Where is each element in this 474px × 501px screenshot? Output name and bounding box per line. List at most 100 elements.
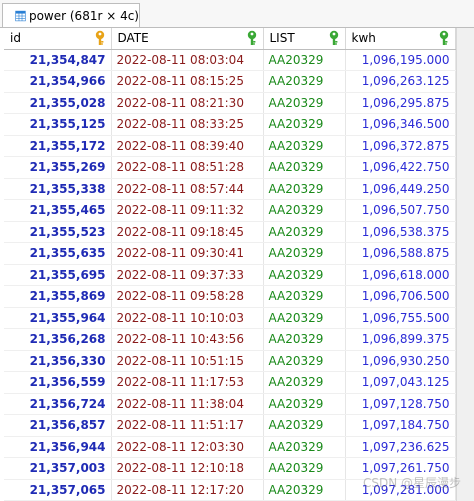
table-row[interactable]: 21,355,125 2022-08-11 08:33:25 AA20329 1,09… <box>4 113 456 136</box>
table-row[interactable]: 21,355,465 2022-08-11 09:11:32 AA20329 1,09… <box>4 199 456 222</box>
cell-list[interactable]: AA20329 <box>263 307 346 329</box>
cell-id[interactable]: 21,356,857 <box>4 414 112 437</box>
cell-date[interactable]: 2022-08-11 09:30:41 <box>111 242 264 265</box>
cell-date[interactable]: 2022-08-11 11:51:17 <box>111 414 264 437</box>
cell-date[interactable]: 2022-08-11 09:58:28 <box>111 285 264 308</box>
cell-kwh[interactable]: 1,096,372.875 <box>345 135 456 157</box>
cell-id[interactable]: 21,355,523 <box>4 221 112 243</box>
cell-list[interactable]: AA20329 <box>263 92 346 114</box>
cell-id[interactable]: 21,356,944 <box>4 436 112 458</box>
cell-kwh[interactable]: 1,096,422.750 <box>345 156 456 179</box>
cell-list[interactable]: AA20329 <box>263 328 346 351</box>
cell-date[interactable]: 2022-08-11 09:18:45 <box>111 221 264 243</box>
cell-id[interactable]: 21,355,465 <box>4 199 112 222</box>
cell-list[interactable]: AA20329 <box>263 49 346 71</box>
cell-id[interactable]: 21,354,847 <box>4 49 112 71</box>
cell-date[interactable]: 2022-08-11 12:10:18 <box>111 457 264 480</box>
cell-list[interactable]: AA20329 <box>263 457 346 480</box>
cell-date[interactable]: 2022-08-11 09:37:33 <box>111 264 264 286</box>
cell-id[interactable]: 21,355,028 <box>4 92 112 114</box>
cell-date[interactable]: 2022-08-11 08:39:40 <box>111 135 264 157</box>
cell-kwh[interactable]: 1,096,263.125 <box>345 70 456 93</box>
cell-kwh[interactable]: 1,096,195.000 <box>345 49 456 71</box>
cell-list[interactable]: AA20329 <box>263 436 346 458</box>
table-row[interactable]: 21,354,847 2022-08-11 08:03:04 AA20329 1,09… <box>4 49 456 71</box>
table-row[interactable]: 21,355,695 2022-08-11 09:37:33 AA20329 1,09… <box>4 264 456 286</box>
cell-kwh[interactable]: 1,097,043.125 <box>345 371 456 394</box>
cell-list[interactable]: AA20329 <box>263 350 346 372</box>
column-header-kwh[interactable]: kwh <box>345 28 456 50</box>
cell-id[interactable]: 21,355,869 <box>4 285 112 308</box>
cell-id[interactable]: 21,355,964 <box>4 307 112 329</box>
cell-kwh[interactable]: 1,096,755.500 <box>345 307 456 329</box>
cell-id[interactable]: 21,357,065 <box>4 479 112 501</box>
cell-date[interactable]: 2022-08-11 10:10:03 <box>111 307 264 329</box>
table-row[interactable]: 21,356,724 2022-08-11 11:38:04 AA20329 1,09… <box>4 393 456 415</box>
cell-date[interactable]: 2022-08-11 10:43:56 <box>111 328 264 351</box>
cell-list[interactable]: AA20329 <box>263 70 346 93</box>
table-row[interactable]: 21,356,268 2022-08-11 10:43:56 AA20329 1,09… <box>4 328 456 351</box>
cell-kwh[interactable]: 1,096,449.250 <box>345 178 456 200</box>
cell-id[interactable]: 21,356,268 <box>4 328 112 351</box>
cell-date[interactable]: 2022-08-11 11:38:04 <box>111 393 264 415</box>
cell-kwh[interactable]: 1,097,236.625 <box>345 436 456 458</box>
cell-kwh[interactable]: 1,096,930.250 <box>345 350 456 372</box>
cell-kwh[interactable]: 1,096,618.000 <box>345 264 456 286</box>
cell-list[interactable]: AA20329 <box>263 393 346 415</box>
cell-kwh[interactable]: 1,096,706.500 <box>345 285 456 308</box>
cell-list[interactable]: AA20329 <box>263 199 346 222</box>
cell-list[interactable]: AA20329 <box>263 242 346 265</box>
cell-date[interactable]: 2022-08-11 08:15:25 <box>111 70 264 93</box>
cell-kwh[interactable]: 1,097,184.750 <box>345 414 456 437</box>
cell-date[interactable]: 2022-08-11 08:03:04 <box>111 49 264 71</box>
cell-date[interactable]: 2022-08-11 12:03:30 <box>111 436 264 458</box>
cell-date[interactable]: 2022-08-11 10:51:15 <box>111 350 264 372</box>
cell-id[interactable]: 21,356,559 <box>4 371 112 394</box>
cell-date[interactable]: 2022-08-11 11:17:53 <box>111 371 264 394</box>
cell-id[interactable]: 21,357,003 <box>4 457 112 480</box>
cell-id[interactable]: 21,355,695 <box>4 264 112 286</box>
table-row[interactable]: 21,355,172 2022-08-11 08:39:40 AA20329 1,09… <box>4 135 456 157</box>
cell-list[interactable]: AA20329 <box>263 178 346 200</box>
cell-kwh[interactable]: 1,097,128.750 <box>345 393 456 415</box>
cell-kwh[interactable]: 1,096,346.500 <box>345 113 456 136</box>
cell-kwh[interactable]: 1,096,295.875 <box>345 92 456 114</box>
table-row[interactable]: 21,355,635 2022-08-11 09:30:41 AA20329 1,09… <box>4 242 456 265</box>
tab-power-table[interactable]: power (681r × 4c) <box>2 3 140 27</box>
cell-kwh[interactable]: 1,096,899.375 <box>345 328 456 351</box>
cell-list[interactable]: AA20329 <box>263 113 346 136</box>
cell-date[interactable]: 2022-08-11 08:21:30 <box>111 92 264 114</box>
table-row[interactable]: 21,355,964 2022-08-11 10:10:03 AA20329 1,09… <box>4 307 456 329</box>
column-header-date[interactable]: DATE <box>111 28 264 50</box>
table-row[interactable]: 21,355,338 2022-08-11 08:57:44 AA20329 1,09… <box>4 178 456 200</box>
cell-id[interactable]: 21,355,269 <box>4 156 112 179</box>
cell-id[interactable]: 21,354,966 <box>4 70 112 93</box>
cell-list[interactable]: AA20329 <box>263 285 346 308</box>
cell-id[interactable]: 21,356,330 <box>4 350 112 372</box>
column-header-list[interactable]: LIST <box>263 28 346 50</box>
cell-id[interactable]: 21,355,635 <box>4 242 112 265</box>
vertical-scrollbar[interactable] <box>456 28 474 501</box>
table-row[interactable]: 21,355,269 2022-08-11 08:51:28 AA20329 1,09… <box>4 156 456 179</box>
cell-list[interactable]: AA20329 <box>263 479 346 501</box>
cell-kwh[interactable]: 1,096,507.750 <box>345 199 456 222</box>
table-row[interactable]: 21,355,869 2022-08-11 09:58:28 AA20329 1,09… <box>4 285 456 308</box>
cell-date[interactable]: 2022-08-11 09:11:32 <box>111 199 264 222</box>
cell-date[interactable]: 2022-08-11 08:33:25 <box>111 113 264 136</box>
cell-list[interactable]: AA20329 <box>263 264 346 286</box>
cell-date[interactable]: 2022-08-11 08:57:44 <box>111 178 264 200</box>
cell-list[interactable]: AA20329 <box>263 221 346 243</box>
cell-id[interactable]: 21,355,338 <box>4 178 112 200</box>
cell-kwh[interactable]: 1,096,588.875 <box>345 242 456 265</box>
table-row[interactable]: 21,356,944 2022-08-11 12:03:30 AA20329 1,09… <box>4 436 456 458</box>
cell-date[interactable]: 2022-08-11 12:17:20 <box>111 479 264 501</box>
table-row[interactable]: 21,356,330 2022-08-11 10:51:15 AA20329 1,09… <box>4 350 456 372</box>
cell-list[interactable]: AA20329 <box>263 135 346 157</box>
table-row[interactable]: 21,355,028 2022-08-11 08:21:30 AA20329 1,09… <box>4 92 456 114</box>
table-row[interactable]: 21,356,559 2022-08-11 11:17:53 AA20329 1,09… <box>4 371 456 394</box>
table-row[interactable]: 21,354,966 2022-08-11 08:15:25 AA20329 1,09… <box>4 70 456 93</box>
cell-list[interactable]: AA20329 <box>263 414 346 437</box>
cell-id[interactable]: 21,356,724 <box>4 393 112 415</box>
cell-list[interactable]: AA20329 <box>263 371 346 394</box>
cell-kwh[interactable]: 1,096,538.375 <box>345 221 456 243</box>
